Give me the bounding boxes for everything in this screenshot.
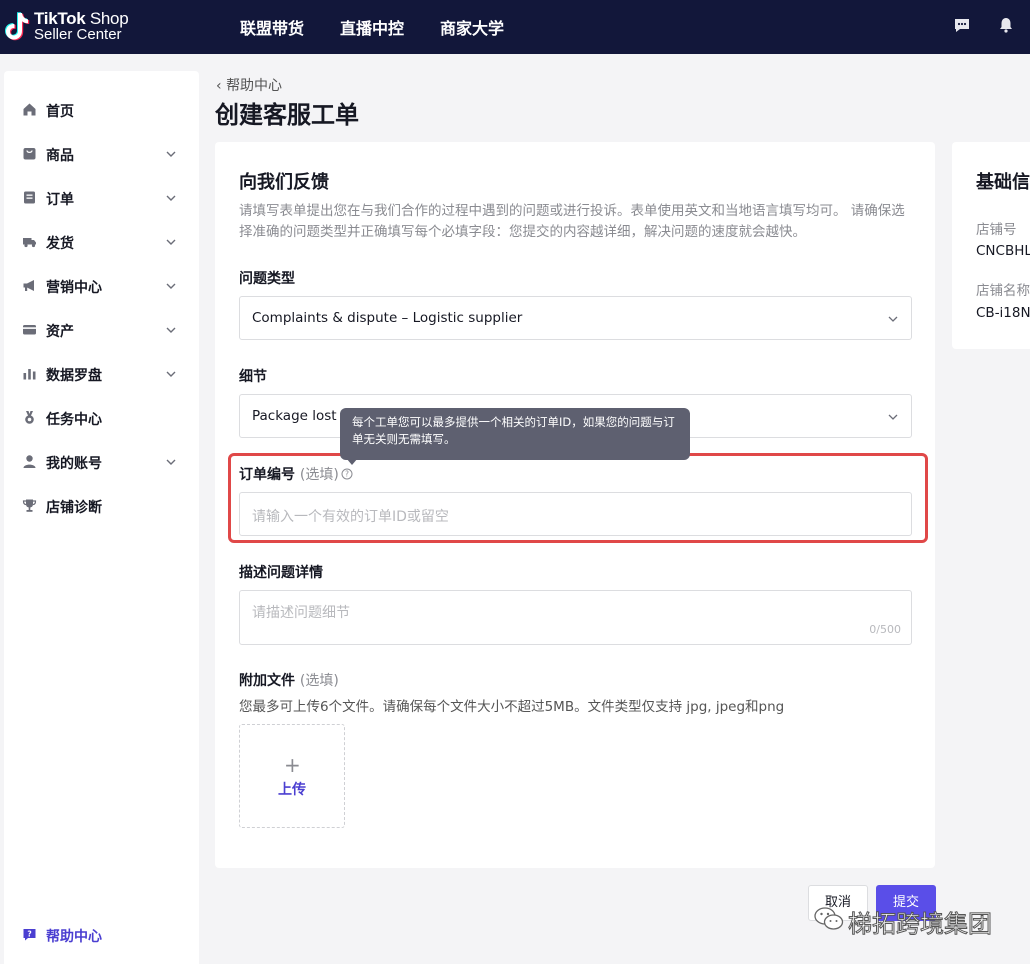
breadcrumb-help-center: 帮助中心 (226, 78, 283, 94)
sidebar-item-label: 店铺诊断 (46, 500, 102, 516)
form-description: 请填写表单提出您在与我们合作的过程中遇到的问题或进行投诉。表单使用英文和当地语言… (239, 203, 905, 240)
chevron-down-icon (888, 316, 898, 322)
truck-icon (23, 238, 36, 248)
medal-icon (25, 411, 34, 424)
upload-label: 上传 (278, 782, 306, 798)
detail-value: Package lost (252, 408, 337, 424)
sidebar-item-label: 任务中心 (46, 412, 102, 428)
logo-subtitle: Seller Center (34, 26, 122, 43)
shop-name-label: 店铺名称 (976, 283, 1030, 299)
describe-placeholder: 请描述问题细节 (252, 605, 350, 621)
shop-name-value: CB-i18N (976, 305, 1030, 321)
attachment-description: 您最多可上传6个文件。请确保每个文件大小不超过5MB。文件类型仅支持 jpg, … (239, 699, 785, 715)
sidebar-item-task-center[interactable]: 任务中心 (4, 403, 199, 433)
chevron-down-icon (166, 239, 176, 245)
watermark: 梯拓跨境集团 (814, 902, 1024, 939)
sidebar-item-label: 数据罗盘 (46, 368, 102, 384)
sidebar-item-label: 营销中心 (46, 280, 102, 296)
chevron-down-icon (166, 151, 176, 157)
sidebar-item-label: 我的账号 (46, 456, 102, 472)
topnav-affiliate[interactable]: 联盟带货 (240, 15, 304, 39)
user-icon (23, 455, 36, 468)
shop-id-value: CNCBHLD (976, 243, 1030, 259)
info-title: 基础信息 (976, 172, 1030, 193)
bell-icon[interactable] (997, 16, 1015, 34)
help-center-icon: ? (23, 929, 36, 941)
page-title: 创建客服工单 (215, 101, 359, 129)
describe-label: 描述问题详情 (239, 565, 323, 581)
breadcrumb[interactable]: ‹ 帮助中心 (216, 75, 282, 95)
sidebar-item-shipping[interactable]: 发货 (4, 227, 199, 257)
product-icon (23, 148, 36, 160)
sidebar-item-label: 发货 (46, 236, 74, 252)
chevron-down-icon (166, 327, 176, 333)
tooltip-arrow (346, 458, 358, 465)
optional-tag: (选填) (299, 673, 339, 689)
chart-icon (23, 369, 36, 380)
order-icon (24, 191, 35, 204)
issue-type-value: Complaints & dispute – Logistic supplier (252, 310, 523, 326)
svg-text:?: ? (27, 930, 31, 939)
form-title: 向我们反馈 (239, 172, 329, 193)
char-counter: 0/500 (869, 623, 901, 636)
sidebar-item-label: 订单 (46, 192, 74, 208)
sidebar: 首页 商品 订单 发货 营销中心 资产 数据罗盘 任务中心 我的账号 店铺诊断 … (4, 71, 199, 964)
sidebar-item-label: 商品 (46, 148, 74, 164)
sidebar-item-home[interactable]: 首页 (4, 95, 199, 125)
sidebar-item-data-compass[interactable]: 数据罗盘 (4, 359, 199, 389)
sidebar-item-products[interactable]: 商品 (4, 139, 199, 169)
detail-label: 细节 (239, 369, 267, 385)
home-icon (23, 103, 36, 116)
chevron-down-icon (888, 414, 898, 420)
wechat-icon (814, 907, 844, 930)
topnav-seller-university[interactable]: 商家大学 (440, 15, 504, 39)
issue-type-label: 问题类型 (239, 271, 295, 287)
trophy-icon (22, 499, 37, 512)
top-bar: TikTok Shop Seller Center 联盟带货 直播中控 商家大学 (0, 0, 1030, 54)
chevron-left-icon: ‹ (216, 78, 227, 94)
order-field-highlight (228, 453, 928, 543)
shop-id-label: 店铺号 (976, 222, 1017, 238)
upload-button[interactable]: + 上传 (239, 724, 345, 828)
megaphone-icon (23, 280, 34, 291)
tiktok-shop-logo[interactable]: TikTok Shop Seller Center (4, 8, 134, 44)
chevron-down-icon (166, 371, 176, 377)
issue-type-select[interactable]: Complaints & dispute – Logistic supplier (239, 296, 912, 340)
sidebar-item-help-center[interactable]: ? 帮助中心 (4, 920, 199, 950)
chat-icon[interactable] (953, 16, 971, 34)
watermark-text: 梯拓跨境集团 (848, 910, 993, 939)
sidebar-item-label: 资产 (46, 324, 74, 340)
chevron-down-icon (166, 459, 176, 465)
sidebar-item-orders[interactable]: 订单 (4, 183, 199, 213)
card-icon (23, 325, 36, 335)
sidebar-item-my-account[interactable]: 我的账号 (4, 447, 199, 477)
sidebar-item-assets[interactable]: 资产 (4, 315, 199, 345)
sidebar-item-label: 首页 (46, 104, 74, 120)
sidebar-item-label: 帮助中心 (46, 929, 102, 945)
chevron-down-icon (166, 195, 176, 201)
sidebar-item-shop-diagnosis[interactable]: 店铺诊断 (4, 491, 199, 521)
plus-icon: + (284, 753, 301, 777)
sidebar-item-marketing[interactable]: 营销中心 (4, 271, 199, 301)
tiktok-logo-icon (5, 12, 30, 41)
describe-textarea[interactable]: 请描述问题细节 0/500 (239, 590, 912, 645)
topnav-live-control[interactable]: 直播中控 (340, 15, 404, 39)
order-id-tooltip: 每个工单您可以最多提供一个相关的订单ID，如果您的问题与订单无关则无需填写。 (340, 408, 690, 460)
basic-info-card: 基础信息 店铺号 CNCBHLD 店铺名称 CB-i18N (952, 142, 1030, 349)
chevron-down-icon (166, 283, 176, 289)
attachment-label: 附加文件 (选填) (239, 673, 339, 689)
